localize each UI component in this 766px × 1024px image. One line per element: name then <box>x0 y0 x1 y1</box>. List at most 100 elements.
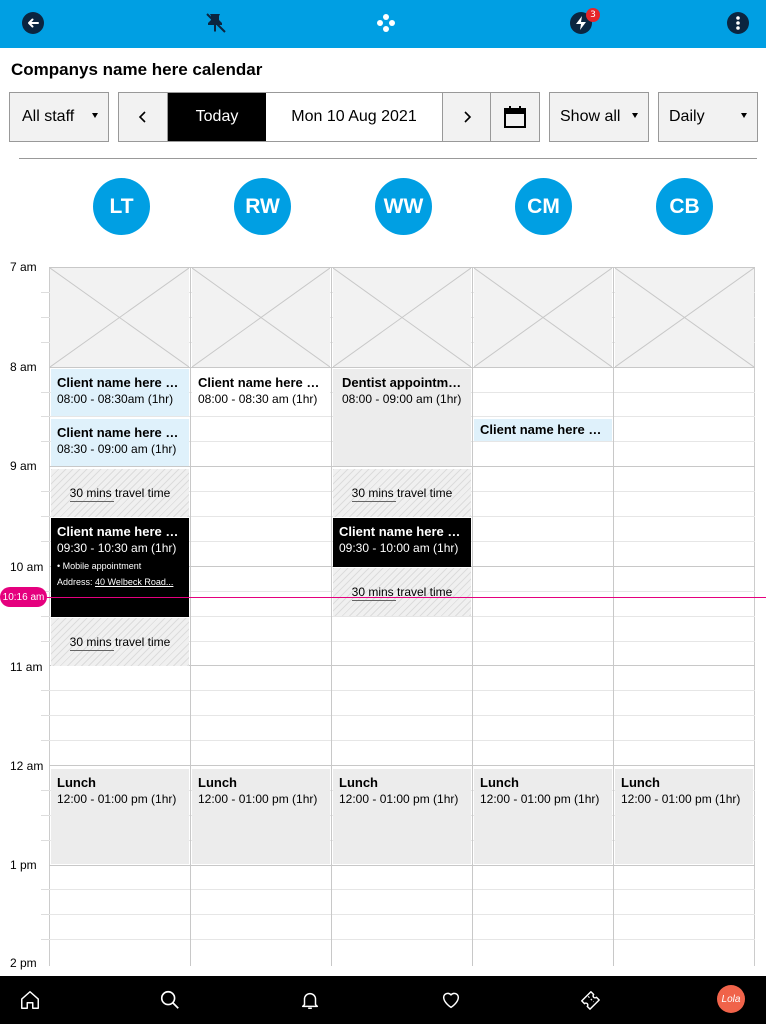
date-picker-button[interactable] <box>490 93 539 141</box>
appointment-card[interactable]: Client name here name 08:30 - 09:00 am (… <box>51 419 189 466</box>
appointment-card[interactable]: Dentist appointment 08:00 - 09:00 am (1h… <box>333 369 471 466</box>
show-filter-select[interactable]: Show all <box>549 92 649 142</box>
quarter-gridline <box>49 889 755 890</box>
travel-time-block[interactable]: 30 mins travel time <box>51 618 189 666</box>
travel-time-block[interactable]: 30 mins travel time <box>333 568 471 616</box>
appointment-time: 09:30 - 10:30 am (1hr) <box>57 541 177 555</box>
quarter-tick <box>41 641 49 642</box>
quarter-gridline <box>49 715 755 716</box>
hour-label: 8 am <box>10 360 37 374</box>
quarter-gridline <box>49 914 755 915</box>
quarter-tick <box>41 491 49 492</box>
address-link[interactable]: 40 Welbeck Road... <box>95 577 173 587</box>
quarter-tick <box>41 342 49 343</box>
bell-icon[interactable] <box>298 988 322 1012</box>
quarter-tick <box>41 441 49 442</box>
today-button[interactable]: Today <box>168 93 266 141</box>
column-divider <box>613 267 614 966</box>
lola-assistant-button[interactable]: Lola <box>717 985 745 1013</box>
current-time-badge: 10:16 am <box>0 587 47 607</box>
appointment-card[interactable]: Client name here name 08:00 - 08:30 am (… <box>192 369 330 416</box>
lunch-time: 12:00 - 01:00 pm (1hr) <box>621 792 741 806</box>
search-icon[interactable] <box>158 988 182 1012</box>
quarter-gridline <box>49 690 755 691</box>
view-filter-select[interactable]: Daily <box>658 92 758 142</box>
appointment-title: Client name here name <box>339 524 465 539</box>
appointment-note: • Mobile appointment <box>57 561 142 571</box>
travel-time-label: 30 mins travel time <box>69 635 171 651</box>
calendar-icon <box>504 106 526 128</box>
top-app-bar: 3 <box>0 0 766 48</box>
ticket-icon[interactable] <box>578 988 602 1012</box>
unavailable-slot <box>192 268 330 367</box>
current-date-label: Mon 10 Aug 2021 <box>266 93 442 141</box>
divider <box>19 158 757 159</box>
lunch-time: 12:00 - 01:00 pm (1hr) <box>57 792 177 806</box>
unavailable-slot <box>50 268 189 367</box>
staff-filter-value: All staff <box>22 108 75 125</box>
home-icon[interactable] <box>18 988 42 1012</box>
staff-avatar[interactable]: CB <box>656 178 713 235</box>
page-title: Companys name here calendar <box>11 60 263 79</box>
quarter-gridline <box>49 939 755 940</box>
lunch-block[interactable]: Lunch 12:00 - 01:00 pm (1hr) <box>615 769 753 864</box>
appointment-title: Dentist appointment <box>342 375 465 390</box>
bolt-chat-icon[interactable]: 3 <box>568 8 600 36</box>
previous-day-button[interactable] <box>119 93 168 141</box>
lunch-title: Lunch <box>339 775 378 790</box>
staff-avatar[interactable]: RW <box>234 178 291 235</box>
column-divider <box>331 267 332 966</box>
travel-time-block[interactable]: 30 mins travel time <box>51 469 189 517</box>
quarter-tick <box>41 790 49 791</box>
appointment-card[interactable]: Client name here name 09:30 - 10:00 am (… <box>333 518 471 567</box>
notification-badge: 3 <box>586 8 600 22</box>
lunch-block[interactable]: Lunch 12:00 - 01:00 pm (1hr) <box>192 769 330 864</box>
more-vertical-icon[interactable] <box>725 10 751 36</box>
appointment-time: 08:30 - 09:00 am (1hr) <box>57 442 177 456</box>
lunch-block[interactable]: Lunch 12:00 - 01:00 pm (1hr) <box>474 769 612 864</box>
chevron-down-icon <box>632 113 638 118</box>
hour-label: 10 am <box>10 560 44 574</box>
travel-time-block[interactable]: 30 mins travel time <box>333 469 471 517</box>
staff-avatar[interactable]: LT <box>93 178 150 235</box>
quarter-tick <box>41 914 49 915</box>
quarter-gridline <box>49 740 755 741</box>
hour-gridline <box>49 367 755 368</box>
appointment-time: 09:30 - 10:00 am (1hr) <box>339 541 459 555</box>
pin-off-icon[interactable] <box>203 10 229 36</box>
unavailable-slot <box>333 268 471 367</box>
hour-gridline <box>49 865 755 866</box>
apps-icon[interactable] <box>373 10 399 36</box>
lunch-time: 12:00 - 01:00 pm (1hr) <box>198 792 318 806</box>
hour-gridline <box>49 466 755 467</box>
appointment-card[interactable]: Client name here name 08:00 - 08:30am (1… <box>51 369 189 416</box>
chevron-down-icon <box>92 113 98 118</box>
back-icon[interactable] <box>20 10 46 36</box>
hour-label: 7 am <box>10 260 37 274</box>
quarter-tick <box>41 292 49 293</box>
quarter-tick <box>41 715 49 716</box>
lunch-title: Lunch <box>480 775 519 790</box>
bottom-nav-bar <box>0 976 766 1024</box>
lunch-block[interactable]: Lunch 12:00 - 01:00 pm (1hr) <box>51 769 189 864</box>
quarter-tick <box>41 690 49 691</box>
appointment-title: Client name here name <box>198 375 324 390</box>
chevron-down-icon <box>741 113 747 118</box>
lunch-time: 12:00 - 01:00 pm (1hr) <box>339 792 459 806</box>
staff-avatar[interactable]: WW <box>375 178 432 235</box>
lunch-title: Lunch <box>198 775 237 790</box>
appointment-title: Client name here name <box>57 524 183 539</box>
chevron-right-icon <box>463 111 471 123</box>
staff-avatar[interactable]: CM <box>515 178 572 235</box>
unavailable-slot <box>615 268 754 367</box>
lunch-time: 12:00 - 01:00 pm (1hr) <box>480 792 600 806</box>
date-navigation: Today Mon 10 Aug 2021 <box>118 92 540 142</box>
next-day-button[interactable] <box>442 93 490 141</box>
staff-filter-select[interactable]: All staff <box>9 92 109 142</box>
lunch-block[interactable]: Lunch 12:00 - 01:00 pm (1hr) <box>333 769 471 864</box>
appointment-card[interactable]: Client name here name 09:30 - 10:30 am (… <box>51 518 189 617</box>
quarter-tick <box>41 889 49 890</box>
quarter-tick <box>41 939 49 940</box>
appointment-card[interactable]: Client name here name <box>474 419 612 441</box>
heart-icon[interactable] <box>439 988 463 1012</box>
